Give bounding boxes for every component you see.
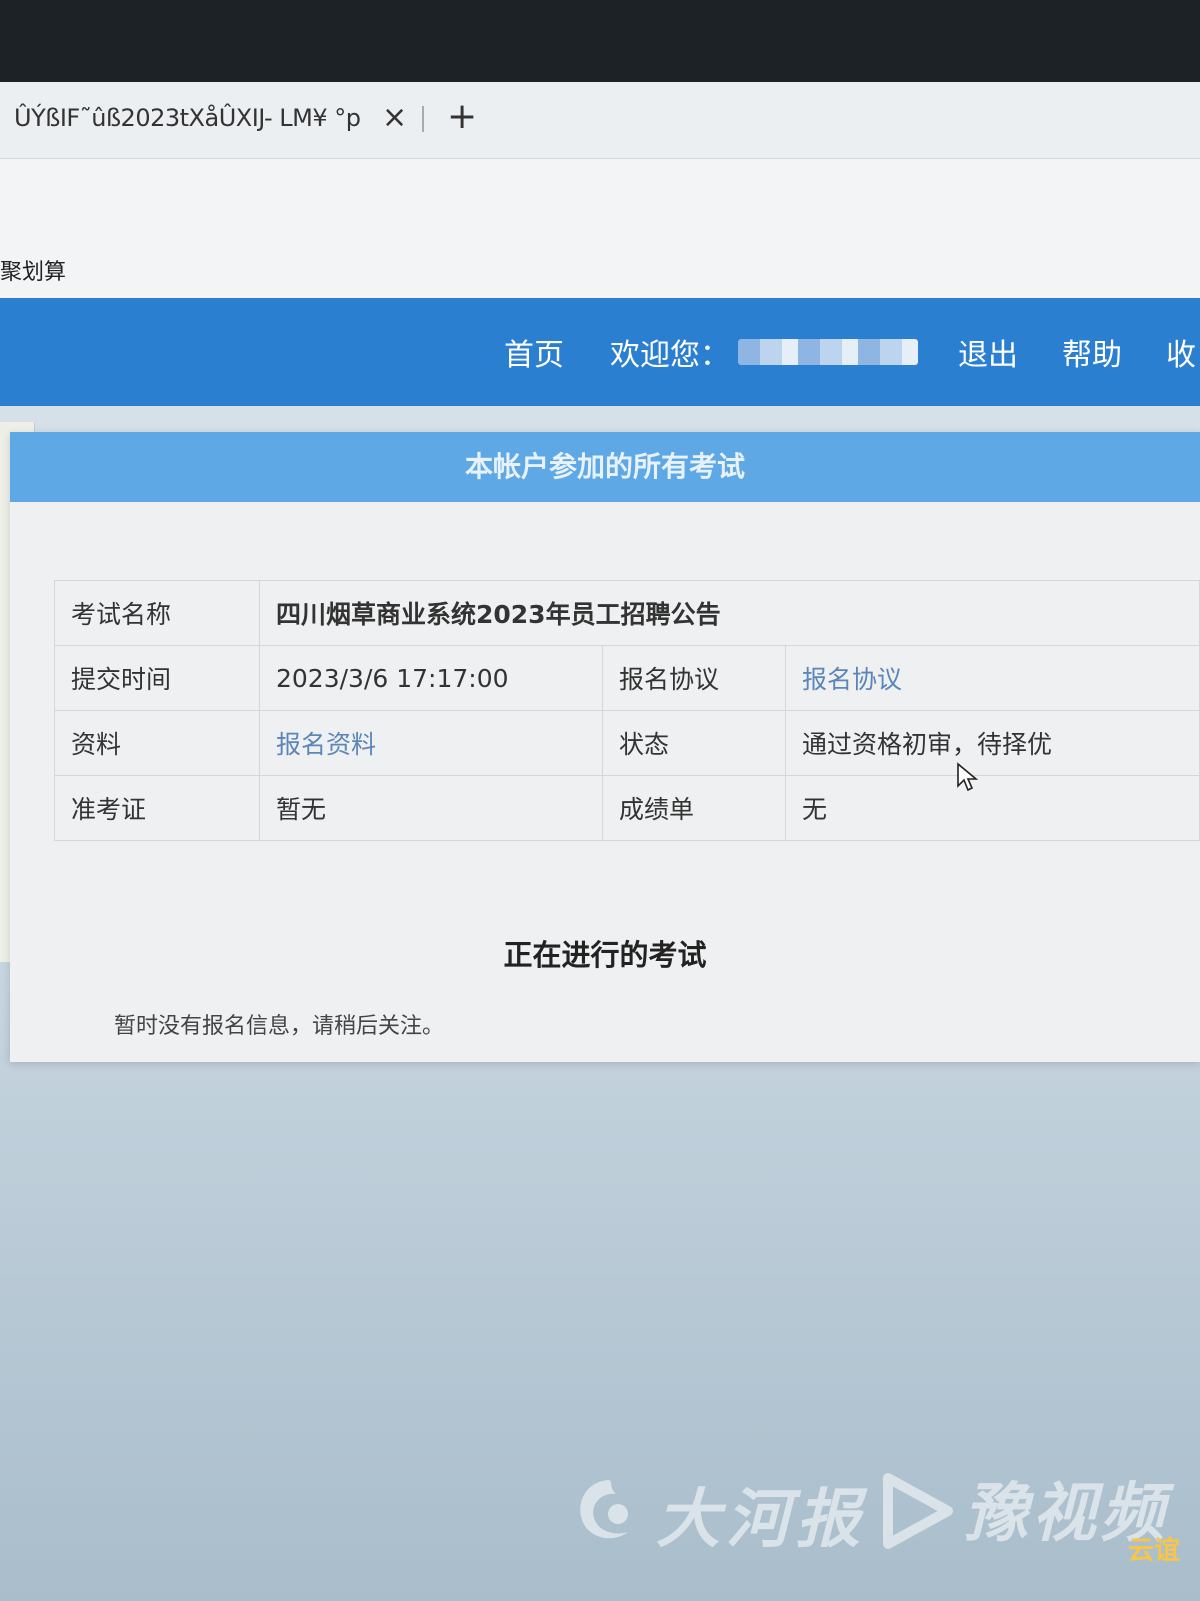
tab-divider — [422, 106, 424, 132]
bookmark-item[interactable]: 聚划算 — [0, 254, 66, 286]
site-header: 首页 欢迎您： 退出 帮助 收 — [0, 298, 1200, 406]
submit-time-label: 提交时间 — [54, 645, 260, 711]
exam-name-label: 考试名称 — [54, 580, 260, 646]
transcript-value: 无 — [785, 775, 1200, 841]
status-value: 通过资格初审，待择优 — [785, 710, 1200, 776]
daheb-logo-icon — [580, 1480, 628, 1539]
table-row: 考试名称 四川烟草商业系统2023年员工招聘公告 — [54, 580, 1200, 646]
close-tab-icon[interactable]: × — [382, 100, 407, 135]
transcript-label: 成绩单 — [602, 775, 786, 841]
top-nav: 首页 欢迎您： 退出 帮助 收 — [504, 328, 1196, 376]
nav-favorite-link[interactable]: 收 — [1166, 330, 1196, 374]
exam-panel: 本帐户参加的所有考试 考试名称 四川烟草商业系统2023年员工招聘公告 提交时间… — [10, 432, 1200, 1062]
table-row: 准考证 暂无 成绩单 无 — [54, 775, 1200, 841]
status-label: 状态 — [602, 710, 786, 776]
table-row: 资料 报名资料 状态 通过资格初审，待择优 — [54, 710, 1200, 776]
admission-ticket-label: 准考证 — [54, 775, 260, 841]
watermark-brand-daheb: 大河报 — [656, 1483, 866, 1557]
materials-link[interactable]: 报名资料 — [276, 730, 376, 759]
mouse-cursor-icon — [957, 762, 979, 792]
new-tab-icon[interactable]: + — [447, 96, 477, 137]
browser-tab-title[interactable]: ÛÝßIF˜ûß2023tXåÛXIJ- LM¥ °p — [14, 104, 361, 132]
nav-home-link[interactable]: 首页 — [504, 330, 564, 374]
welcome-text: 欢迎您： — [610, 338, 730, 373]
agreement-label: 报名协议 — [602, 645, 786, 711]
agreement-link[interactable]: 报名协议 — [802, 665, 902, 694]
play-logo-icon — [883, 1473, 953, 1549]
materials-label: 资料 — [54, 710, 260, 776]
table-row: 提交时间 2023/3/6 17:17:00 报名协议 报名协议 — [54, 645, 1200, 711]
exam-name-value: 四川烟草商业系统2023年员工招聘公告 — [259, 580, 1200, 646]
browser-tab-bar: ÛÝßIF˜ûß2023tXåÛXIJ- LM¥ °p × + — [0, 82, 1200, 159]
news-watermark: 大河报 豫视频 云谊 — [568, 1462, 1188, 1572]
nav-help-link[interactable]: 帮助 — [1062, 330, 1122, 374]
watermark-brand-corner: 云谊 — [1128, 1536, 1181, 1566]
exam-info-table: 考试名称 四川烟草商业系统2023年员工招聘公告 提交时间 2023/3/6 1… — [54, 580, 1200, 841]
browser-toolbar — [0, 159, 1200, 299]
submit-time-value: 2023/3/6 17:17:00 — [259, 645, 603, 711]
monitor-screen: ÛÝßIF˜ûß2023tXåÛXIJ- LM¥ °p × + 聚划算 首页 欢… — [0, 82, 1200, 1601]
ongoing-exams-title: 正在进行的考试 — [503, 938, 707, 972]
ongoing-exams-notice: 暂时没有报名信息，请稍后关注。 — [114, 1014, 445, 1039]
username-blurred — [738, 339, 918, 365]
nav-logout-link[interactable]: 退出 — [958, 330, 1018, 374]
panel-title: 本帐户参加的所有考试 — [10, 432, 1200, 502]
admission-ticket-value: 暂无 — [259, 775, 603, 841]
